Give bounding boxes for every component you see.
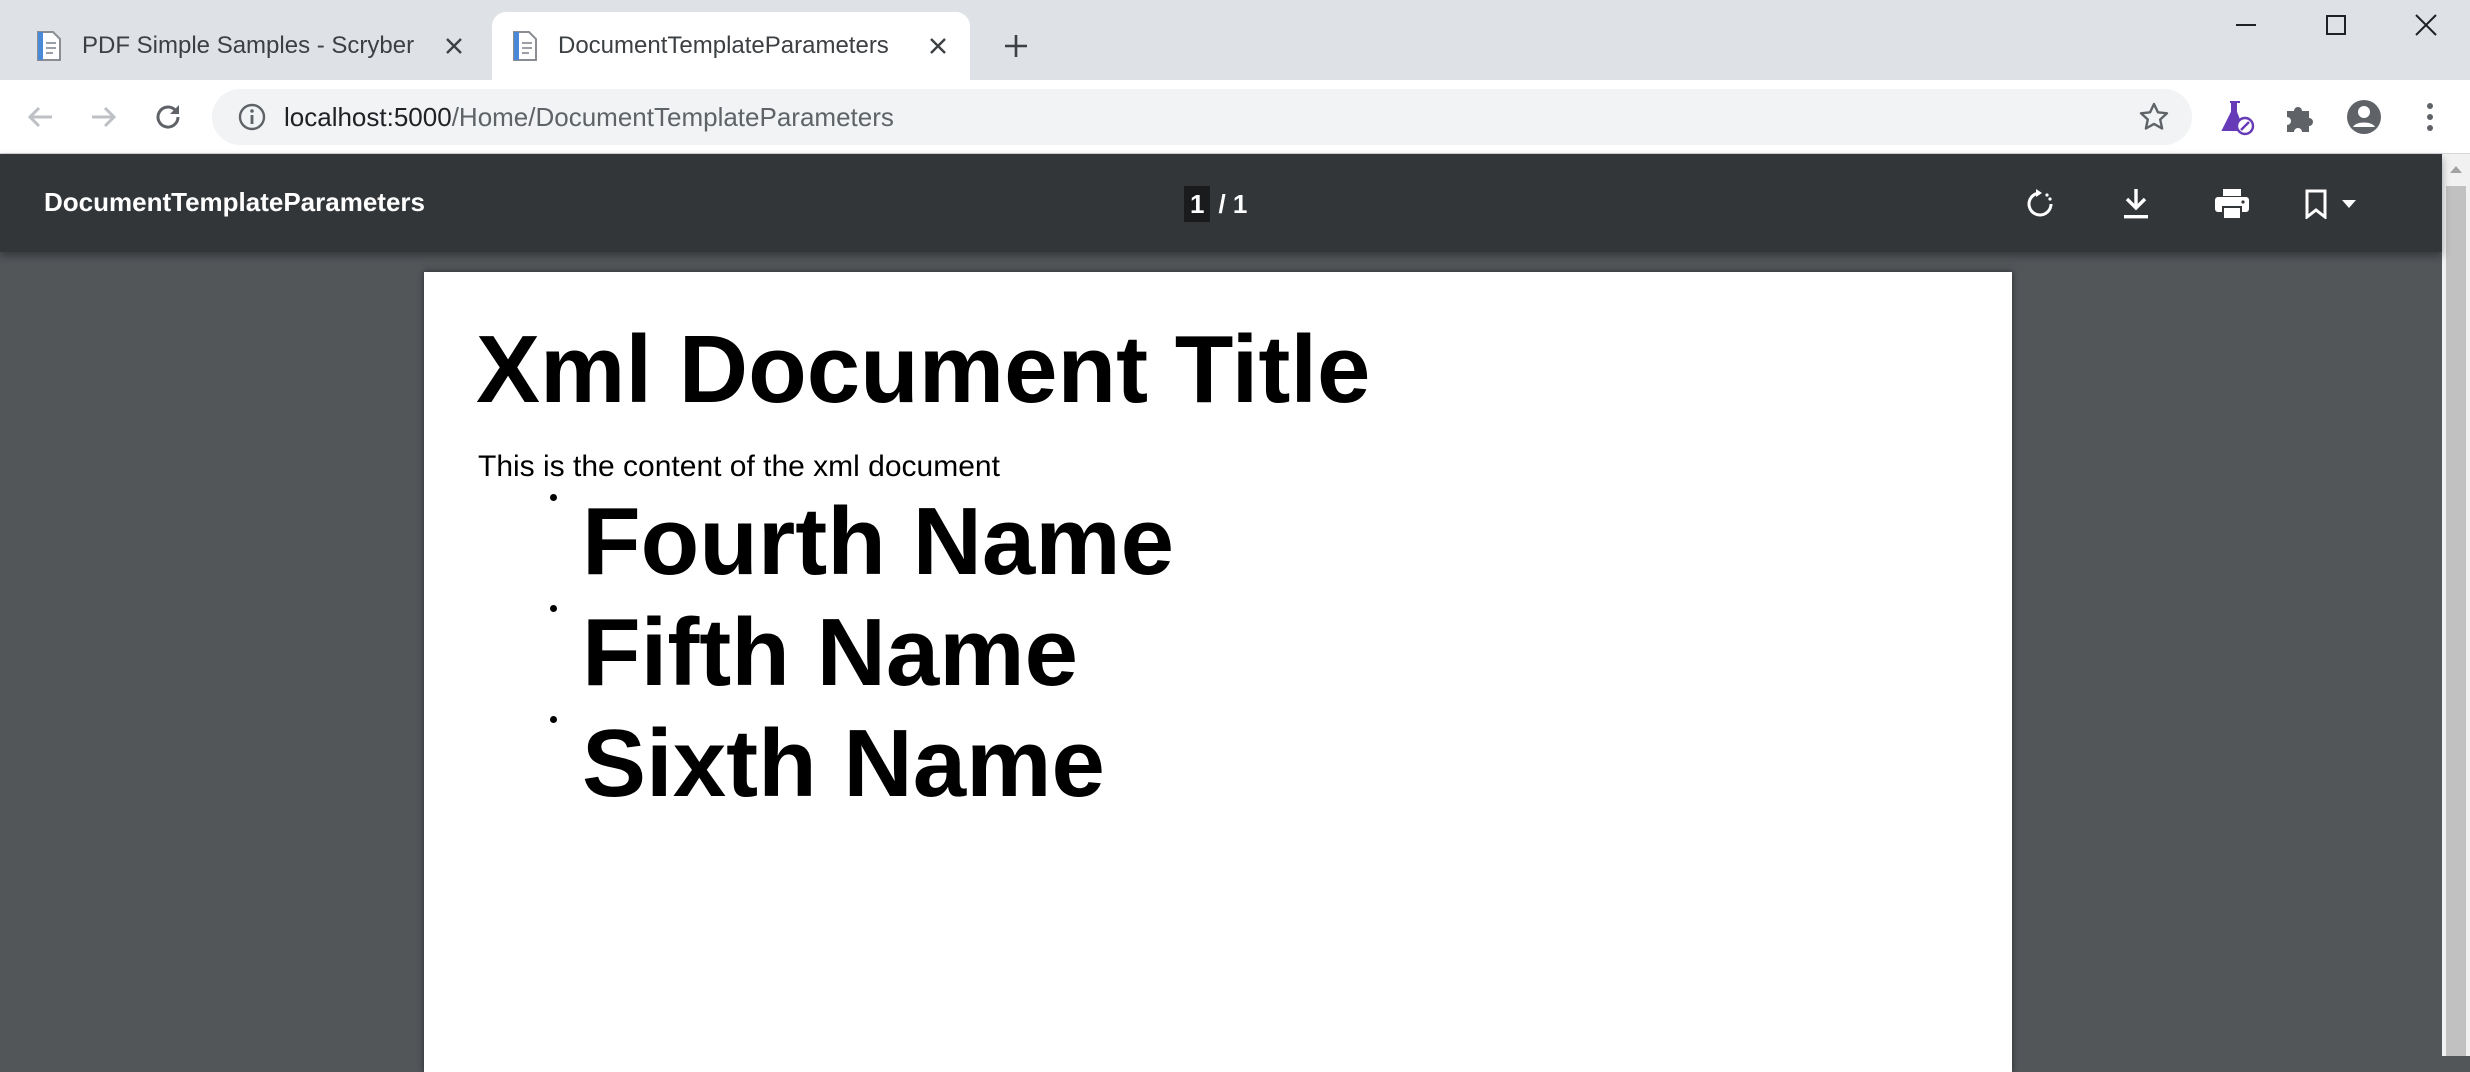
pdf-document-title: DocumentTemplateParameters: [44, 187, 425, 217]
browser-menu-button[interactable]: [2410, 97, 2450, 137]
bullet: [550, 494, 557, 501]
close-tab-icon[interactable]: [922, 30, 954, 62]
document-heading: Xml Document Title: [476, 316, 1371, 423]
profile-button[interactable]: [2344, 97, 2384, 137]
bullet: [550, 605, 557, 612]
list-item: Sixth Name: [424, 716, 1624, 826]
info-icon[interactable]: [232, 97, 272, 137]
bookmarks-menu-button[interactable]: [2304, 180, 2376, 228]
document-body-text: This is the content of the xml document: [478, 450, 1000, 483]
minimize-icon: [2236, 24, 2256, 26]
url-path: /Home/DocumentTemplateParameters: [451, 101, 894, 132]
maximize-icon: [2326, 15, 2346, 35]
scroll-up-arrow-icon[interactable]: [2442, 154, 2470, 184]
dropdown-arrow-icon: [2342, 200, 2356, 208]
url-host: localhost:5000: [284, 101, 452, 132]
labs-extension-button[interactable]: [2216, 97, 2256, 137]
new-tab-button[interactable]: [996, 26, 1036, 66]
browser-toolbar: localhost:5000/Home/DocumentTemplatePara…: [0, 80, 2470, 154]
download-button[interactable]: [2112, 180, 2160, 228]
back-button[interactable]: [16, 93, 64, 141]
tab-strip: PDF Simple Samples - Scryber DocumentTem…: [0, 0, 2470, 80]
download-icon: [2124, 189, 2148, 219]
close-window-button[interactable]: [2380, 0, 2470, 50]
page-indicator: 1 / 1: [1184, 186, 1247, 222]
pdf-file-icon: [36, 31, 62, 61]
scrollbar-thumb[interactable]: [2446, 186, 2466, 1056]
maximize-button[interactable]: [2290, 0, 2382, 50]
close-icon: [2415, 14, 2437, 36]
url-text: localhost:5000/Home/DocumentTemplatePara…: [284, 102, 2134, 133]
reload-button[interactable]: [144, 93, 192, 141]
bookmark-icon: [2305, 189, 2327, 219]
bullet: [550, 716, 557, 723]
plus-icon: [1005, 35, 1027, 57]
vertical-dots-icon: [2427, 103, 2433, 131]
list-item: Fifth Name: [424, 605, 1624, 715]
list-item-text: Sixth Name: [582, 710, 1105, 817]
list-item-text: Fourth Name: [582, 488, 1175, 595]
list-item: Fourth Name: [424, 494, 1624, 604]
printer-icon: [2215, 189, 2249, 220]
puzzle-icon: [2287, 107, 2313, 132]
address-bar[interactable]: localhost:5000/Home/DocumentTemplatePara…: [212, 89, 2192, 145]
rotate-icon: [2027, 189, 2053, 217]
pdf-page: Xml Document Title This is the content o…: [424, 272, 2012, 1072]
vertical-scrollbar[interactable]: [2442, 154, 2470, 1056]
rotate-button[interactable]: [2016, 180, 2064, 228]
extensions-button[interactable]: [2280, 97, 2320, 137]
arrow-right-icon: [92, 106, 117, 128]
forward-button[interactable]: [80, 93, 128, 141]
list-item-text: Fifth Name: [582, 599, 1079, 706]
account-circle-icon: [2347, 100, 2381, 134]
close-tab-icon[interactable]: [438, 30, 470, 62]
pdf-viewer-toolbar: DocumentTemplateParameters 1 / 1: [0, 154, 2442, 252]
tab-pdf-simple-samples[interactable]: PDF Simple Samples - Scryber: [16, 12, 486, 80]
pdf-file-icon: [512, 31, 538, 61]
minimize-button[interactable]: [2200, 0, 2292, 50]
tab-title: PDF Simple Samples - Scryber: [82, 32, 415, 59]
page-total: / 1: [1218, 188, 1248, 219]
flask-icon: [2221, 101, 2255, 136]
print-button[interactable]: [2208, 180, 2256, 228]
bookmark-star-icon[interactable]: [2134, 97, 2174, 137]
current-page-input[interactable]: 1: [1184, 186, 1211, 222]
arrow-left-icon: [27, 106, 52, 128]
tab-document-template-parameters[interactable]: DocumentTemplateParameters: [492, 12, 970, 80]
reload-icon: [156, 105, 180, 129]
tab-title: DocumentTemplateParameters: [558, 32, 889, 59]
